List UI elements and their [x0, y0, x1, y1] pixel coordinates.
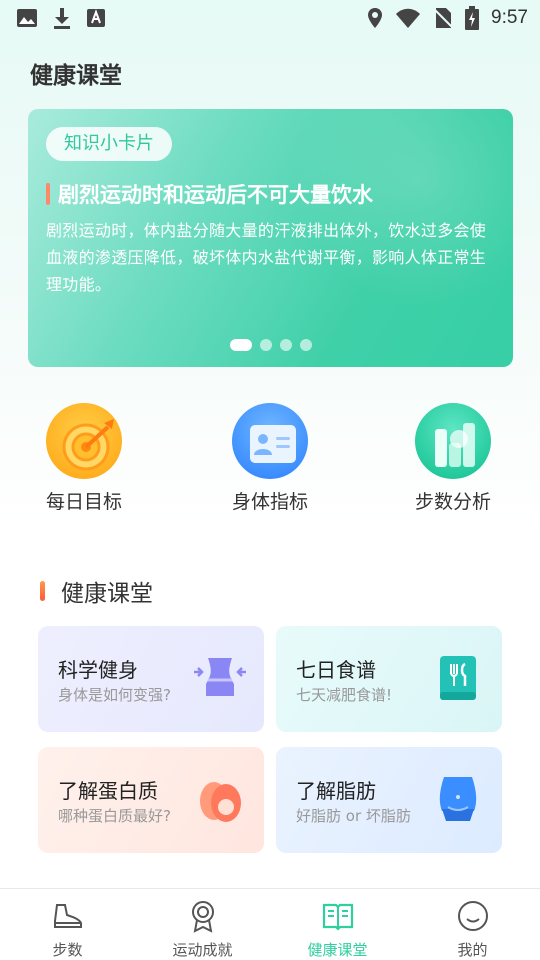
card-title: 七日食谱: [296, 658, 376, 682]
nav-item-achievements[interactable]: 运动成就: [135, 889, 270, 960]
card-fat[interactable]: 了解脂肪 好脂肪 or 坏脂肪: [276, 747, 502, 853]
nav-item-health-class[interactable]: 健康课堂: [270, 889, 405, 960]
shoe-icon: [53, 904, 82, 928]
carousel-indicator: [28, 339, 513, 351]
nav-item-steps[interactable]: 步数: [0, 889, 135, 960]
step-analysis-button[interactable]: 步数分析: [378, 403, 528, 514]
wifi-icon: [396, 8, 421, 28]
nav-label: 步数: [52, 941, 83, 959]
card-protein[interactable]: 了解蛋白质 哪种蛋白质最好?: [38, 747, 264, 853]
bottom-navigation: 步数 运动成就 健康课堂 我的: [0, 888, 540, 960]
carousel-dot[interactable]: [299, 339, 312, 351]
card-subtitle: 身体是如何变强?: [58, 686, 171, 704]
waist-icon: [194, 658, 246, 696]
quick-action-label: 每日目标: [45, 491, 122, 513]
image-notification-icon: [17, 9, 37, 27]
card-seven-day-recipe[interactable]: 七日食谱 七天减肥食谱!: [276, 626, 502, 732]
no-sim-icon: [433, 8, 453, 28]
card-title: 科学健身: [58, 658, 138, 682]
recipe-book-icon: [440, 656, 476, 700]
battery-icon: [465, 6, 480, 30]
medal-icon: [191, 901, 214, 933]
nav-label: 健康课堂: [307, 941, 368, 959]
font-notification-icon: [87, 9, 105, 27]
quick-action-label: 步数分析: [414, 491, 491, 513]
daily-goal-button[interactable]: 每日目标: [9, 403, 159, 514]
card-fitness-science[interactable]: 科学健身 身体是如何变强?: [38, 626, 264, 732]
book-icon: [322, 903, 353, 931]
section-accent-bar: [40, 581, 45, 601]
card-title: 了解蛋白质: [58, 779, 158, 803]
banner-body: 剧烈运动时，体内盐分随大量的汗液排出体外，饮水过多会使血液的渗透压降低，破坏体内…: [46, 221, 487, 294]
download-notification-icon: [54, 8, 70, 29]
section-title: 健康课堂: [61, 581, 153, 607]
location-icon: [368, 8, 383, 28]
bar-chart-icon: [415, 403, 491, 479]
status-time: 9:57: [491, 7, 528, 28]
banner-tag: 知识小卡片: [46, 127, 172, 161]
card-title: 了解脂肪: [296, 779, 376, 803]
banner-title: 剧烈运动时和运动后不可大量饮水: [58, 183, 373, 207]
belly-icon: [439, 777, 477, 821]
page-title: 健康课堂: [30, 63, 122, 89]
carousel-dot[interactable]: [259, 339, 272, 351]
banner-accent-bar: [46, 183, 50, 205]
card-subtitle: 七天减肥食谱!: [296, 686, 393, 704]
knowledge-card-banner[interactable]: 知识小卡片 剧烈运动时和运动后不可大量饮水 剧烈运动时，体内盐分随大量的汗液排出…: [28, 109, 513, 367]
carousel-dot[interactable]: [279, 339, 292, 351]
nav-label: 我的: [457, 941, 488, 959]
status-bar: 9:57: [0, 0, 540, 36]
card-subtitle: 好脂肪 or 坏脂肪: [296, 807, 411, 825]
egg-icon: [200, 782, 241, 822]
body-metrics-button[interactable]: 身体指标: [195, 403, 345, 514]
quick-action-label: 身体指标: [231, 491, 308, 513]
smiley-icon: [457, 901, 488, 931]
carousel-dot[interactable]: [229, 339, 252, 351]
id-card-icon: [232, 403, 308, 479]
section-header: 健康课堂: [40, 574, 153, 608]
target-icon: [46, 403, 122, 479]
banner-heading: 剧烈运动时和运动后不可大量饮水: [46, 179, 373, 209]
card-subtitle: 哪种蛋白质最好?: [58, 807, 171, 825]
nav-item-mine[interactable]: 我的: [405, 889, 540, 960]
nav-label: 运动成就: [172, 941, 233, 959]
